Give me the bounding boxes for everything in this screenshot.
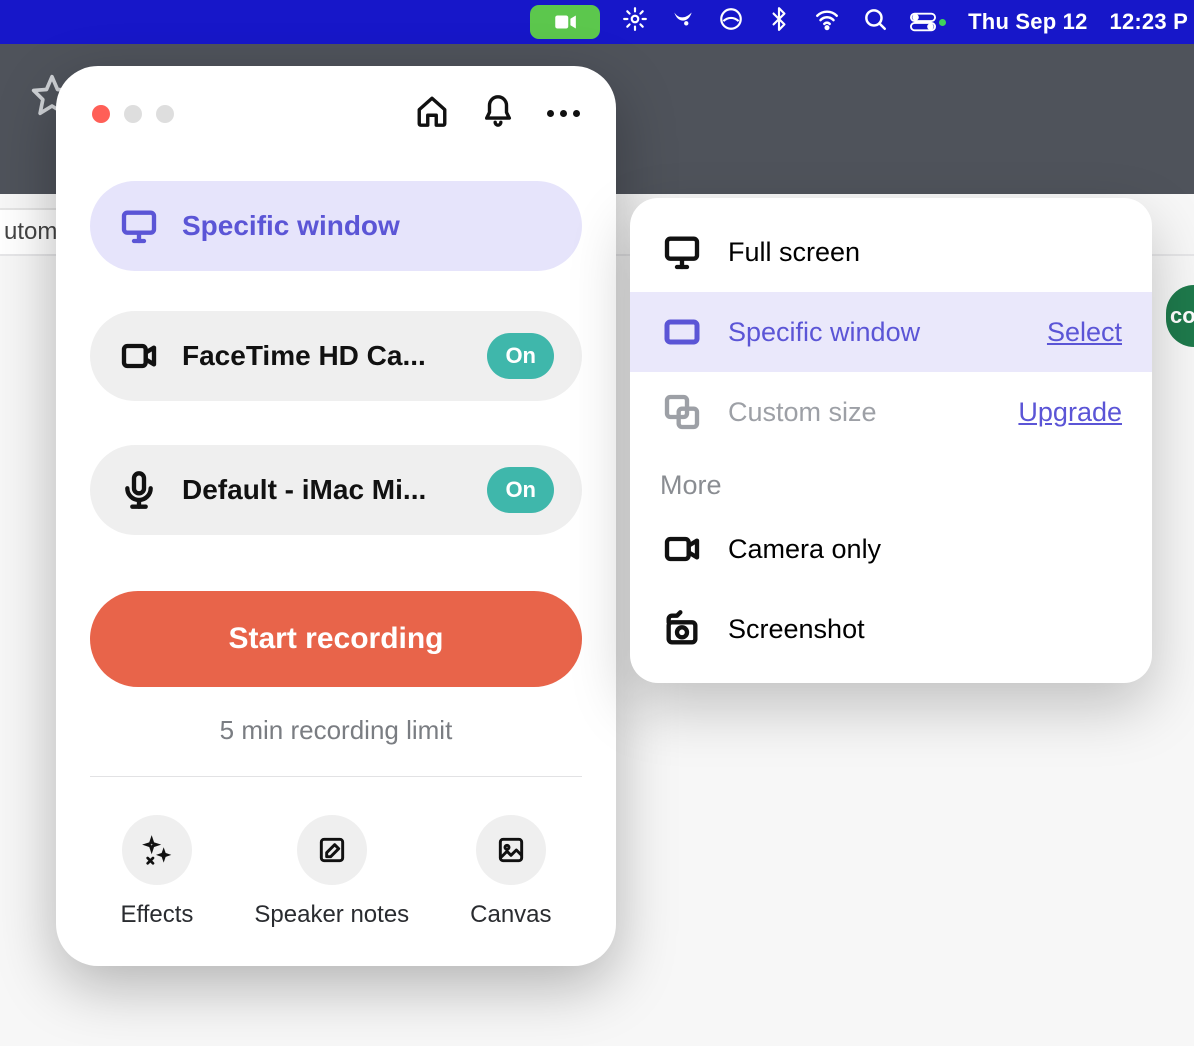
- option-custom-size-label: Custom size: [728, 397, 877, 428]
- speaker-notes-button[interactable]: Speaker notes: [254, 815, 409, 929]
- recording-indicator-icon[interactable]: [530, 5, 600, 39]
- option-custom-size[interactable]: Custom size Upgrade: [630, 372, 1152, 452]
- menubar-date[interactable]: Thu Sep 12: [968, 9, 1087, 35]
- select-window-link[interactable]: Select: [1047, 317, 1122, 348]
- option-specific-window[interactable]: Specific window Select: [630, 292, 1152, 372]
- canvas-label: Canvas: [470, 901, 551, 929]
- more-icon[interactable]: [547, 110, 580, 117]
- mic-label: Default - iMac Mi...: [182, 474, 465, 506]
- search-icon[interactable]: [862, 6, 888, 38]
- avatar-fragment: co: [1166, 285, 1194, 347]
- recording-limit-label: 5 min recording limit: [90, 715, 582, 777]
- edit-note-icon: [297, 815, 367, 885]
- control-center-icon[interactable]: [910, 9, 946, 35]
- popover-more-header: More: [630, 452, 1152, 509]
- window-icon: [660, 312, 704, 352]
- gear-burst-icon[interactable]: [622, 6, 648, 38]
- home-icon[interactable]: [415, 94, 449, 133]
- display-icon: [118, 206, 160, 246]
- option-camera-only-label: Camera only: [728, 534, 881, 565]
- bell-icon[interactable]: [481, 94, 515, 133]
- camera-label: FaceTime HD Ca...: [182, 340, 465, 372]
- capture-mode-label: Specific window: [182, 210, 400, 242]
- bluetooth-icon[interactable]: [766, 6, 792, 38]
- effects-button[interactable]: Effects: [120, 815, 193, 929]
- audio-level-bar: [90, 527, 582, 541]
- circle-slash-icon[interactable]: [718, 6, 744, 38]
- option-screenshot-label: Screenshot: [728, 614, 865, 645]
- option-camera-only[interactable]: Camera only: [630, 509, 1152, 589]
- option-full-screen[interactable]: Full screen: [630, 212, 1152, 292]
- app-icon[interactable]: [670, 6, 696, 38]
- capture-mode-pill[interactable]: Specific window: [90, 181, 582, 271]
- mic-toggle[interactable]: On: [487, 467, 554, 513]
- wifi-icon[interactable]: [814, 6, 840, 38]
- screenshot-camera-icon: [660, 609, 704, 649]
- option-full-screen-label: Full screen: [728, 237, 860, 268]
- recorder-panel: Specific window FaceTime HD Ca... On Def…: [56, 66, 616, 966]
- effects-label: Effects: [120, 901, 193, 929]
- menubar-time[interactable]: 12:23 P: [1110, 9, 1188, 35]
- window-traffic-lights[interactable]: [92, 105, 174, 123]
- camera-icon: [118, 336, 160, 376]
- minimize-dot-icon[interactable]: [124, 105, 142, 123]
- macos-menubar: Thu Sep 12 12:23 P: [0, 0, 1194, 44]
- upgrade-link[interactable]: Upgrade: [1018, 397, 1122, 428]
- option-screenshot[interactable]: Screenshot: [630, 589, 1152, 669]
- option-specific-window-label: Specific window: [728, 317, 920, 348]
- camera-toggle[interactable]: On: [487, 333, 554, 379]
- image-icon: [476, 815, 546, 885]
- camera-pill[interactable]: FaceTime HD Ca... On: [90, 311, 582, 401]
- capture-mode-popover: Full screen Specific window Select Custo…: [630, 198, 1152, 683]
- zoom-dot-icon[interactable]: [156, 105, 174, 123]
- resize-icon: [660, 392, 704, 432]
- monitor-icon: [660, 232, 704, 272]
- start-recording-button[interactable]: Start recording: [90, 591, 582, 687]
- canvas-button[interactable]: Canvas: [470, 815, 551, 929]
- video-camera-icon: [660, 529, 704, 569]
- close-dot-icon[interactable]: [92, 105, 110, 123]
- sparkles-icon: [122, 815, 192, 885]
- speaker-notes-label: Speaker notes: [254, 901, 409, 929]
- microphone-icon: [118, 470, 160, 510]
- mic-pill[interactable]: Default - iMac Mi... On: [90, 445, 582, 535]
